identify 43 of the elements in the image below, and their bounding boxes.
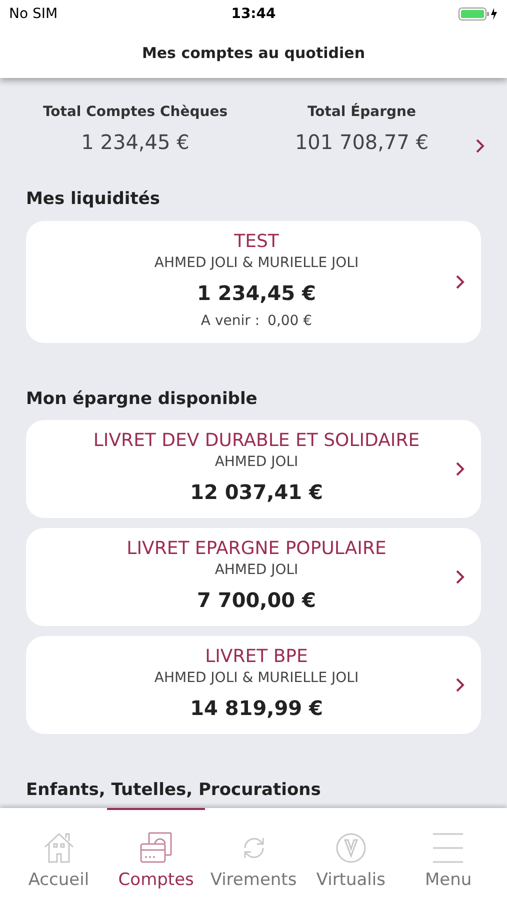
account-name: LIVRET DEV DURABLE ET SOLIDAIRE: [93, 430, 420, 452]
total-label: Total Épargne: [307, 102, 416, 122]
section-title: Mon épargne disponible: [26, 388, 258, 408]
account-balance: 12 037,41 €: [190, 479, 323, 506]
account-balance: 7 700,00 €: [197, 587, 316, 614]
account-holders: AHMED JOLI & MURIELLE JOLI: [154, 669, 359, 688]
account-card[interactable]: LIVRET BPE AHMED JOLI & MURIELLE JOLI 14 819,99 €: [26, 636, 481, 734]
account-card[interactable]: LIVRET EPARGNE POPULAIRE AHMED JOLI 7 700,00 €: [26, 528, 481, 626]
v-circle-icon: [334, 832, 368, 864]
page-title: Mes comptes au quotidien: [142, 42, 366, 64]
chevron-right-icon: [455, 461, 465, 477]
account-balance: 14 819,99 €: [190, 695, 323, 722]
account-balance: 1 234,45 €: [197, 280, 316, 306]
carrier-label: No SIM: [9, 4, 59, 24]
upcoming-label: A venir :: [200, 312, 260, 330]
tab[interactable]: Menu: [400, 808, 498, 900]
account-name: LIVRET EPARGNE POPULAIRE: [126, 538, 386, 560]
clock: 13:44: [231, 4, 276, 24]
house-icon: [42, 832, 76, 864]
account-name: LIVRET BPE: [205, 646, 308, 668]
menu-icon: [431, 832, 466, 864]
chevron-right-icon: [455, 274, 465, 290]
battery-icon: [458, 7, 498, 21]
tab[interactable]: Comptes: [107, 808, 205, 900]
chevron-right-icon: [475, 138, 485, 154]
tab[interactable]: Virtualis: [302, 808, 400, 900]
account-card[interactable]: LIVRET DEV DURABLE ET SOLIDAIRE AHMED JOLI 12 037,41 €: [26, 420, 481, 518]
account-holders: AHMED JOLI: [214, 453, 298, 472]
account-holders: AHMED JOLI & MURIELLE JOLI: [154, 254, 359, 272]
total-amount: 1 234,45 €: [81, 129, 190, 156]
upcoming-amount: 0,00 €: [268, 312, 312, 330]
account-name: TEST: [234, 230, 279, 252]
total-label: Total Comptes Chèques: [42, 103, 228, 122]
card-icon: [139, 832, 174, 864]
chevron-right-icon: [455, 569, 465, 585]
tab[interactable]: Virements: [204, 808, 302, 900]
total-amount: 101 708,77 €: [294, 129, 429, 156]
section-title: Mes liquidités: [26, 189, 160, 209]
tab[interactable]: Accueil: [10, 808, 108, 900]
chevron-right-icon: [455, 677, 465, 693]
section-title: Enfants, Tutelles, Procurations: [26, 780, 321, 800]
account-card[interactable]: TEST AHMED JOLI & MURIELLE JOLI 1 234,45 € A venir : 0,00 €: [26, 220, 481, 342]
account-holders: AHMED JOLI: [214, 561, 298, 580]
